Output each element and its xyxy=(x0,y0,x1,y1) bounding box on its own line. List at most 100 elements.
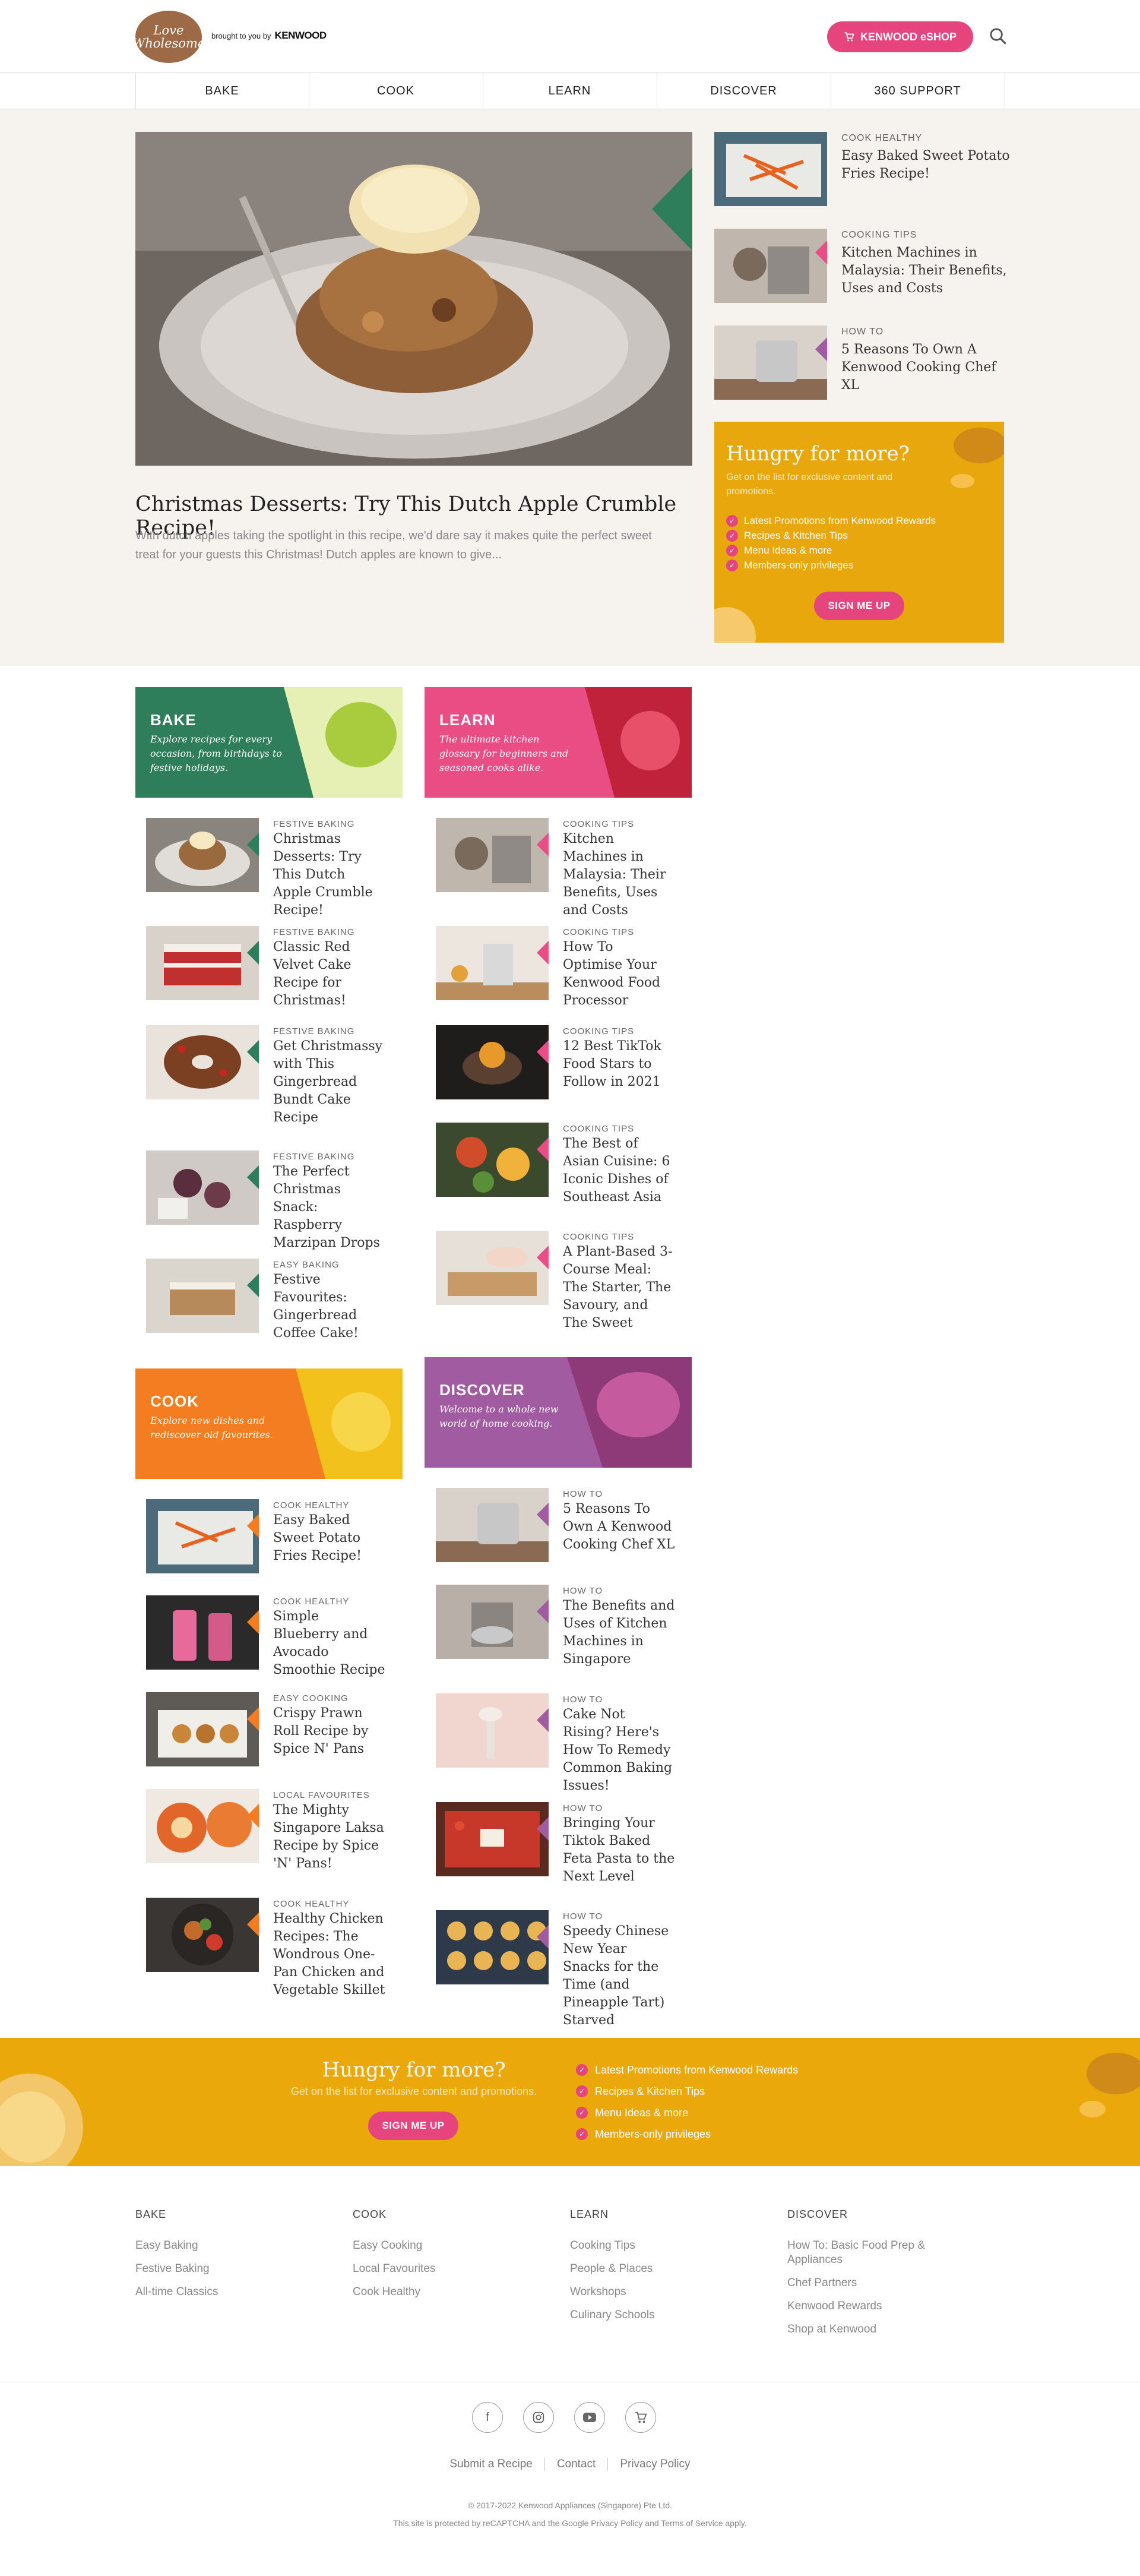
footer-heading: LEARN xyxy=(570,2208,609,2220)
nav-bake[interactable]: BAKE xyxy=(135,73,309,109)
item-title: Get Christmassy with This Gingerbread Bu… xyxy=(273,1039,383,1125)
discover-category-box[interactable]: DISCOVER Welcome to a whole new world of… xyxy=(425,1357,692,1468)
bake-item-2[interactable]: FESTIVE BAKING Classic Red Velvet Cake Re… xyxy=(146,926,401,1010)
laksa-image xyxy=(146,1789,259,1863)
check-icon: ✓ xyxy=(726,529,738,542)
cook-category-box[interactable]: COOK Explore new dishes and rediscover o… xyxy=(135,1368,403,1479)
band-sign-up-button[interactable]: SIGN ME UP xyxy=(368,2112,458,2140)
item-title: The Benefits and Uses of Kitchen Machine… xyxy=(563,1598,675,1667)
cook-item-5[interactable]: COOK HEALTHY Healthy Chicken Recipes: The… xyxy=(146,1898,401,1999)
perk-item: ✓ Menu Ideas & more xyxy=(726,543,936,558)
asian-cuisine-image xyxy=(436,1123,549,1197)
footer-link[interactable]: People & Places xyxy=(570,2262,772,2276)
search-icon[interactable] xyxy=(988,26,1008,46)
item-category: LOCAL FAVOURITES xyxy=(273,1790,370,1800)
item-category: COOKING TIPS xyxy=(563,1232,635,1242)
bake-item-3[interactable]: FESTIVE BAKING Get Christmassy with This … xyxy=(146,1025,401,1127)
hero-image[interactable] xyxy=(135,132,692,466)
cook-item-3[interactable]: EASY COOKING Crispy Prawn Roll Recipe by … xyxy=(146,1692,401,1766)
discover-item-3[interactable]: HOW TO Cake Not Rising? Here's How To Rem… xyxy=(436,1693,691,1795)
promo-subtitle: Get on the list for exclusive content an… xyxy=(726,472,893,497)
footer-link[interactable]: Local Favourites xyxy=(353,2262,555,2276)
facebook-icon[interactable]: f xyxy=(472,2402,503,2433)
learn-item-1[interactable]: COOKING TIPS Kitchen Machines in Malaysia… xyxy=(436,818,691,919)
bake-category-box[interactable]: BAKE Explore recipes for every occasion,… xyxy=(135,687,403,798)
item-title: Healthy Chicken Recipes: The Wondrous On… xyxy=(273,1911,385,1997)
footer-link[interactable]: Chef Partners xyxy=(787,2276,965,2290)
footer-column-discover: DISCOVER How To: Basic Food Prep & Appli… xyxy=(787,2208,965,2346)
side-article-3[interactable]: HOW TO 5 Reasons To Own A Kenwood Cooking… xyxy=(714,325,1011,400)
footer-link[interactable]: How To: Basic Food Prep & Appliances xyxy=(787,2239,965,2267)
privacy-policy-link[interactable]: Privacy Policy xyxy=(607,2458,702,2471)
footer-link[interactable]: Kenwood Rewards xyxy=(787,2299,965,2313)
newsletter-band: Hungry for more? Get on the list for exc… xyxy=(0,2038,1140,2166)
footer-link[interactable]: Easy Cooking xyxy=(353,2239,555,2253)
learn-item-2[interactable]: COOKING TIPS How To Optimise Your Kenwood… xyxy=(436,926,691,1010)
side-article-2[interactable]: COOKING TIPS Kitchen Machines in Malaysia… xyxy=(714,229,1011,303)
cook-item-1[interactable]: COOK HEALTHY Easy Baked Sweet Potato Frie… xyxy=(146,1499,401,1573)
nav-learn[interactable]: LEARN xyxy=(483,73,657,109)
eshop-button[interactable]: KENWOOD eSHOP xyxy=(827,21,973,52)
item-category: COOK HEALTHY xyxy=(273,1899,350,1909)
feta-pasta-image xyxy=(436,1802,549,1876)
item-category: EASY COOKING xyxy=(273,1693,349,1703)
footer-link[interactable]: Cook Healthy xyxy=(353,2285,555,2299)
footer-link[interactable]: Easy Baking xyxy=(135,2239,337,2253)
side-article-1[interactable]: COOK HEALTHY Easy Baked Sweet Potato Frie… xyxy=(714,132,1011,206)
cook-item-4[interactable]: LOCAL FAVOURITES The Mighty Singapore Lak… xyxy=(146,1789,401,1873)
discover-item-2[interactable]: HOW TO The Benefits and Uses of Kitchen M… xyxy=(436,1585,691,1668)
nav-cook[interactable]: COOK xyxy=(309,73,483,109)
discover-label: DISCOVER xyxy=(439,1381,525,1399)
hero-excerpt: With dutch apples taking the spotlight i… xyxy=(135,529,652,561)
promo-orange-slice xyxy=(714,607,756,643)
kenwood-brand: KENWOOD xyxy=(274,30,327,41)
item-title: The Perfect Christmas Snack: Raspberry M… xyxy=(273,1164,380,1250)
bake-item-4[interactable]: FESTIVE BAKING The Perfect Christmas Snac… xyxy=(146,1150,401,1252)
check-icon: ✓ xyxy=(576,2128,588,2140)
submit-recipe-link[interactable]: Submit a Recipe xyxy=(438,2458,544,2471)
youtube-icon[interactable] xyxy=(574,2402,605,2433)
hero-section: Christmas Desserts: Try This Dutch Apple… xyxy=(0,109,1140,666)
side-article-title: Easy Baked Sweet Potato Fries Recipe! xyxy=(841,148,1010,181)
nav-discover[interactable]: DISCOVER xyxy=(657,73,831,109)
learn-item-4[interactable]: COOKING TIPS The Best of Asian Cuisine: 6… xyxy=(436,1123,691,1206)
discover-item-1[interactable]: HOW TO 5 Reasons To Own A Kenwood Cooking… xyxy=(436,1488,691,1562)
item-title: How To Optimise Your Kenwood Food Proces… xyxy=(563,940,661,1008)
bake-item-5[interactable]: EASY BAKING Festive Favourites: Gingerbre… xyxy=(146,1259,401,1342)
discover-item-5[interactable]: HOW TO Speedy Chinese New Year Snacks for… xyxy=(436,1910,691,2030)
footer-link[interactable]: Shop at Kenwood xyxy=(787,2322,965,2337)
shop-cart-icon[interactable] xyxy=(625,2402,656,2433)
item-category: HOW TO xyxy=(563,1695,603,1705)
footer-heading: BAKE xyxy=(135,2208,167,2220)
perk-text: Menu Ideas & more xyxy=(744,544,832,556)
instagram-icon[interactable] xyxy=(523,2402,554,2433)
cook-item-2[interactable]: COOK HEALTHY Simple Blueberry and Avocado… xyxy=(146,1595,401,1679)
item-category: COOKING TIPS xyxy=(563,819,635,829)
footer-heading: DISCOVER xyxy=(787,2208,848,2220)
check-icon: ✓ xyxy=(726,514,738,527)
footer-link[interactable]: Workshops xyxy=(570,2285,772,2299)
brought-by: brought to you by KENWOOD xyxy=(211,30,327,42)
item-title: 5 Reasons To Own A Kenwood Cooking Chef … xyxy=(563,1502,675,1552)
site-logo[interactable]: Love Wholesome xyxy=(132,11,205,63)
kitchen-machine-image xyxy=(436,818,549,892)
footer-link[interactable]: Festive Baking xyxy=(135,2262,337,2276)
check-icon: ✓ xyxy=(576,2085,588,2097)
copyright: © 2017-2022 Kenwood Appliances (Singapor… xyxy=(467,2501,673,2510)
learn-desc: The ultimate kitchen glossary for beginn… xyxy=(439,734,569,773)
plant-based-meal-image xyxy=(436,1231,549,1305)
learn-category-box[interactable]: LEARN The ultimate kitchen glossary for … xyxy=(425,687,692,798)
footer-link[interactable]: All-time Classics xyxy=(135,2285,337,2299)
promo-sign-up-button[interactable]: SIGN ME UP xyxy=(814,592,904,620)
learn-item-3[interactable]: COOKING TIPS 12 Best TikTok Food Stars to… xyxy=(436,1025,691,1099)
learn-item-5[interactable]: COOKING TIPS A Plant-Based 3-Course Meal:… xyxy=(436,1231,691,1332)
nav-360-support[interactable]: 360 SUPPORT xyxy=(831,73,1005,109)
item-title: Festive Favourites: Gingerbread Coffee C… xyxy=(273,1272,359,1341)
discover-item-4[interactable]: HOW TO Bringing Your Tiktok Baked Feta Pa… xyxy=(436,1802,691,1886)
contact-link[interactable]: Contact xyxy=(544,2458,607,2471)
item-category: FESTIVE BAKING xyxy=(273,1152,355,1162)
footer-link[interactable]: Culinary Schools xyxy=(570,2308,772,2322)
promo-decoration xyxy=(951,428,1004,488)
footer-link[interactable]: Cooking Tips xyxy=(570,2239,772,2253)
bake-item-1[interactable]: FESTIVE BAKING Christmas Desserts: Try Th… xyxy=(146,818,401,919)
